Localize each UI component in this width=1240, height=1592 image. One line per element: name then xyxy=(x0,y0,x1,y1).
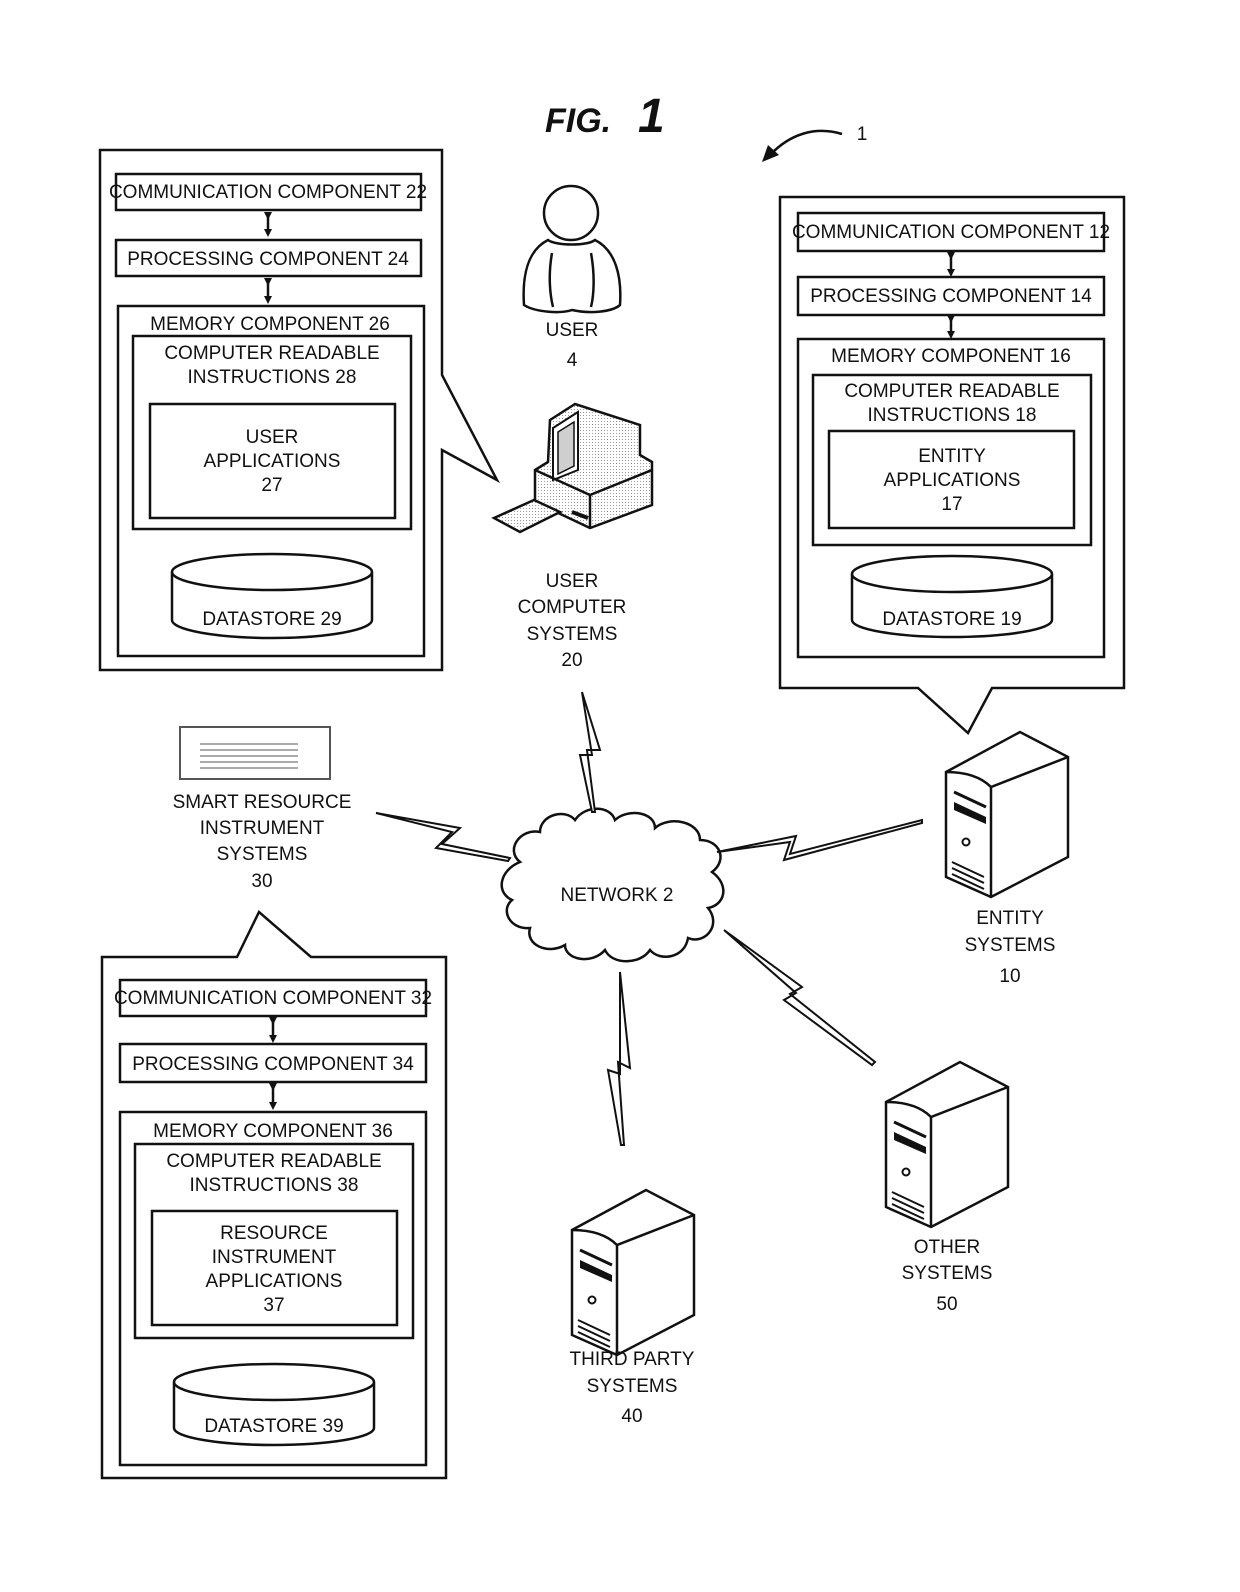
figure-title: FIG. 1 xyxy=(545,90,665,143)
network-label: NETWORK 2 xyxy=(561,885,674,906)
person-head xyxy=(542,184,600,242)
memory-component-label: MEMORY COMPONENT 16 xyxy=(831,346,1071,367)
link-bolt-entity xyxy=(716,818,923,862)
applications-label-1: RESOURCE xyxy=(220,1223,328,1244)
user-computer-label-2: COMPUTER xyxy=(518,597,627,618)
applications-label-2: APPLICATIONS xyxy=(204,451,341,472)
applications-label-2: APPLICATIONS xyxy=(884,470,1021,491)
datastore-label: DATASTORE 29 xyxy=(202,609,341,630)
entity-systems-label-1: ENTITY xyxy=(976,908,1044,929)
monitor-screen xyxy=(557,420,575,476)
instructions-label-1: COMPUTER READABLE xyxy=(164,343,379,364)
smart-resource-label-2: INSTRUMENT xyxy=(200,818,325,839)
datastore-label: DATASTORE 19 xyxy=(882,609,1021,630)
power-button xyxy=(901,1167,911,1177)
instructions-label-2: INSTRUCTIONS 18 xyxy=(868,405,1037,426)
figure-title-number: 1 xyxy=(638,90,665,143)
link-bolt-user-computer xyxy=(578,691,602,813)
link-bolt-smart-resource xyxy=(375,812,512,863)
applications-label-1: USER xyxy=(246,427,299,448)
desktop-computer-icon xyxy=(491,402,654,534)
datastore-cylinder: DATASTORE 39 xyxy=(172,1362,376,1447)
processing-component-label: PROCESSING COMPONENT 24 xyxy=(127,249,409,270)
user-computer-callout: COMMUNICATION COMPONENT 22 PROCESSING CO… xyxy=(98,148,501,672)
instructions-label-1: COMPUTER READABLE xyxy=(844,381,1059,402)
applications-label-2: INSTRUMENT xyxy=(212,1247,337,1268)
smart-resource-number: 30 xyxy=(251,871,272,892)
user-label: USER xyxy=(546,320,599,341)
datastore-label: DATASTORE 39 xyxy=(204,1416,343,1437)
power-button xyxy=(587,1295,597,1305)
reference-number: 1 xyxy=(857,124,868,145)
communication-component-label: COMMUNICATION COMPONENT 32 xyxy=(114,988,432,1009)
reference-arrow-curve xyxy=(769,129,843,156)
cylinder-top xyxy=(170,552,374,592)
other-systems-number: 50 xyxy=(936,1294,957,1315)
user-number: 4 xyxy=(567,350,578,371)
entity-systems-number: 10 xyxy=(999,966,1020,987)
power-button xyxy=(961,837,971,847)
user-computer-label-3: SYSTEMS xyxy=(527,624,618,645)
smart-resource-label-3: SYSTEMS xyxy=(217,844,308,865)
link-bolt-other xyxy=(723,929,877,1067)
third-party-label-1: THIRD PARTY xyxy=(570,1349,695,1370)
datastore-cylinder: DATASTORE 29 xyxy=(170,552,374,640)
third-party-label-2: SYSTEMS xyxy=(587,1376,678,1397)
processing-component-label: PROCESSING COMPONENT 34 xyxy=(132,1054,414,1075)
applications-label-3: 27 xyxy=(261,475,282,496)
applications-label-3: APPLICATIONS xyxy=(206,1271,343,1292)
instructions-label-1: COMPUTER READABLE xyxy=(166,1151,381,1172)
memory-component-label: MEMORY COMPONENT 36 xyxy=(153,1121,393,1142)
entity-server-icon xyxy=(944,730,1070,899)
third-party-number: 40 xyxy=(621,1406,642,1427)
instructions-label-2: INSTRUCTIONS 38 xyxy=(190,1175,359,1196)
applications-label-1: ENTITY xyxy=(918,446,986,467)
user-computer-label-1: USER xyxy=(546,571,599,592)
other-systems-label-1: OTHER xyxy=(914,1237,981,1258)
smart-resource-callout: COMMUNICATION COMPONENT 32 PROCESSING CO… xyxy=(100,909,448,1480)
datastore-cylinder: DATASTORE 19 xyxy=(850,554,1054,639)
memory-component-label: MEMORY COMPONENT 26 xyxy=(150,314,390,335)
user-computer-number: 20 xyxy=(561,650,582,671)
other-systems-label-2: SYSTEMS xyxy=(902,1263,993,1284)
system-diagram: FIG. 1 1 COMMUNICATION COMPONENT 22 PROC… xyxy=(98,90,1126,1480)
communication-component-label: COMMUNICATION COMPONENT 22 xyxy=(109,182,427,203)
applications-label-3: 17 xyxy=(941,494,962,515)
third-party-server-icon xyxy=(570,1188,696,1357)
other-systems-server-icon xyxy=(884,1060,1010,1229)
smart-resource-label-1: SMART RESOURCE xyxy=(173,792,352,813)
entity-systems-callout: COMMUNICATION COMPONENT 12 PROCESSING CO… xyxy=(778,195,1126,735)
applications-label-4: 37 xyxy=(263,1295,284,1316)
entity-systems-label-2: SYSTEMS xyxy=(965,935,1056,956)
cylinder-top xyxy=(172,1362,376,1402)
cylinder-top xyxy=(850,554,1054,594)
user-person-icon xyxy=(522,184,622,314)
smart-card-icon xyxy=(179,726,331,780)
processing-component-label: PROCESSING COMPONENT 14 xyxy=(810,286,1092,307)
person-body xyxy=(522,238,622,314)
reference-arrow: 1 xyxy=(762,124,867,162)
communication-component-label: COMMUNICATION COMPONENT 12 xyxy=(792,222,1110,243)
figure-title-text: FIG. xyxy=(545,102,611,140)
card-body xyxy=(179,726,331,780)
network-cloud-icon: NETWORK 2 xyxy=(500,807,725,963)
instructions-label-2: INSTRUCTIONS 28 xyxy=(188,367,357,388)
link-bolt-third-party xyxy=(606,971,632,1146)
